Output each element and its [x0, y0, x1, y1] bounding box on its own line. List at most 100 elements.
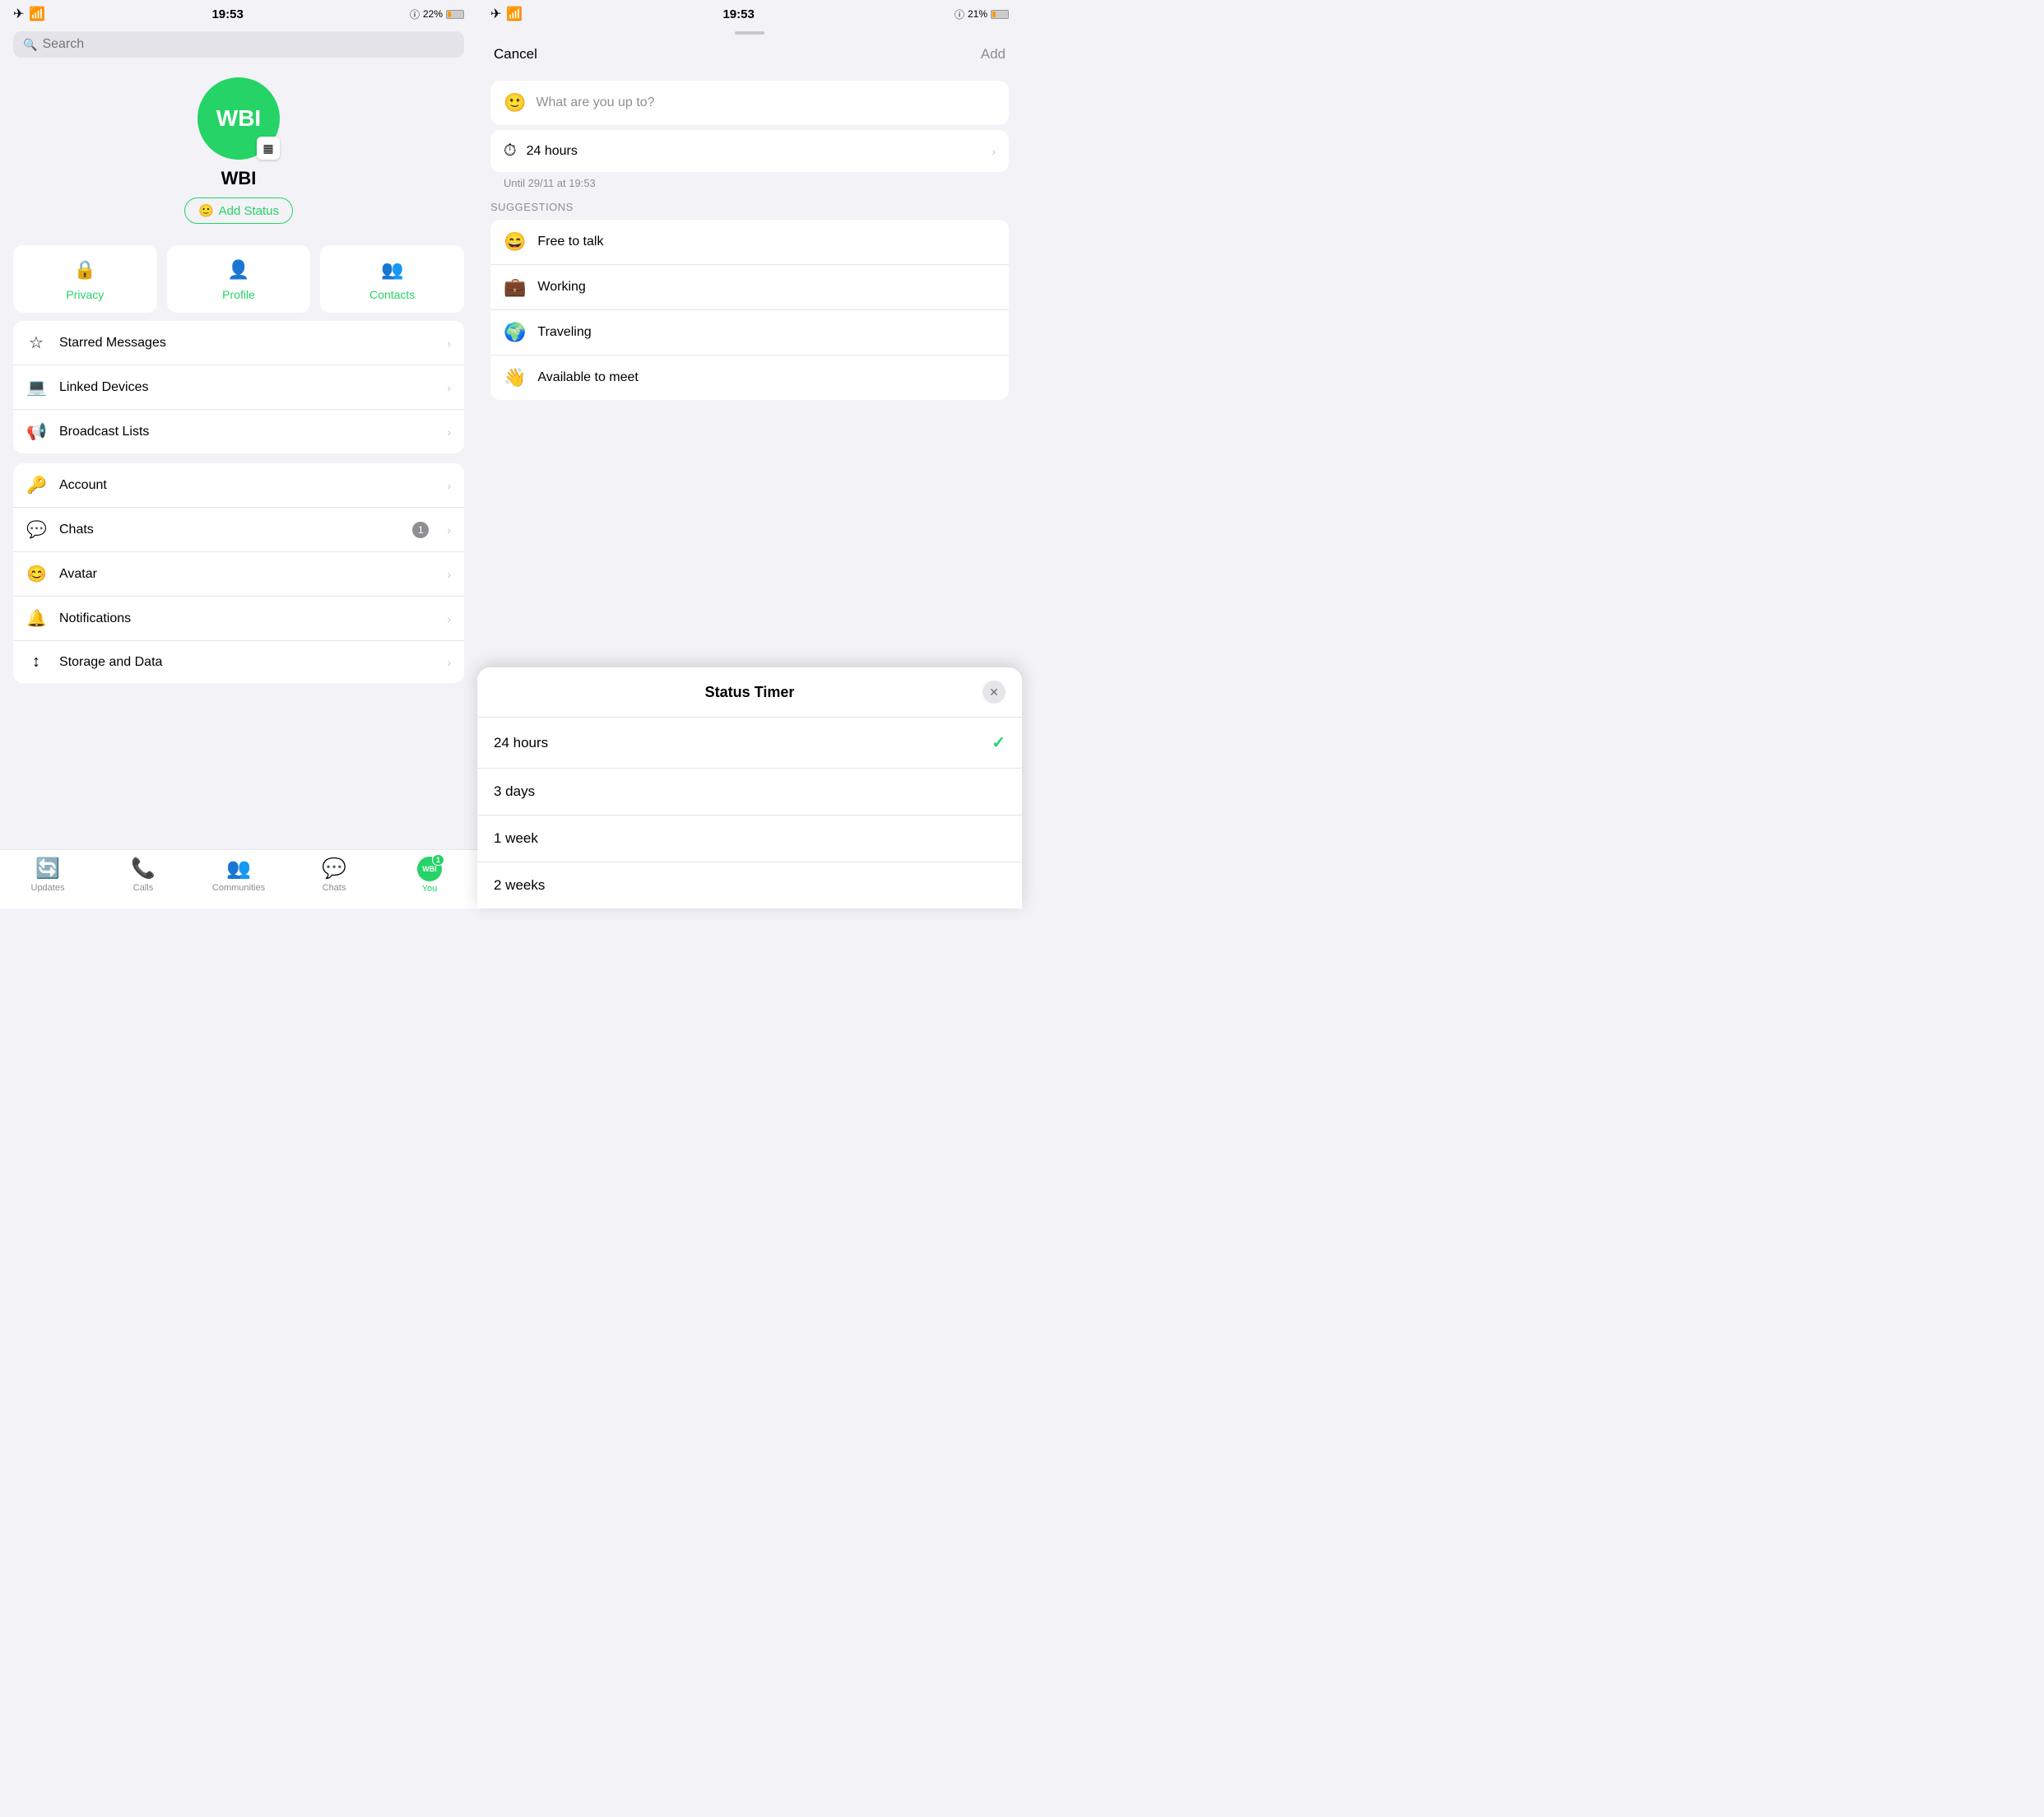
menu-item-account[interactable]: 🔑 Account ›	[13, 463, 464, 508]
timer-24h-label: 24 hours	[494, 735, 548, 751]
avatar-initials: WBI	[216, 105, 261, 132]
qr-icon: ▦	[262, 142, 273, 156]
quick-action-profile[interactable]: 👤 Profile	[167, 245, 311, 313]
timer-option-24h[interactable]: 24 hours ✓	[477, 718, 1022, 769]
timer-option-3d[interactable]: 3 days	[477, 769, 1022, 816]
right-status-icons-left: ⓘ 22%	[410, 7, 464, 21]
sheet-header: Cancel Add	[477, 35, 1022, 74]
storage-label: Storage and Data	[59, 655, 434, 670]
chevron-icon: ›	[447, 568, 451, 581]
available-text: Available to meet	[537, 370, 638, 385]
available-emoji: 👋	[504, 367, 526, 388]
airplane-icon: ✈	[13, 6, 24, 22]
add-status-button[interactable]: 🙂 Add Status	[184, 198, 293, 224]
timer-row[interactable]: ⏱ 24 hours ›	[490, 130, 1009, 172]
privacy-icon: 🔒	[72, 257, 98, 283]
chevron-icon: ›	[447, 425, 451, 439]
left-panel: ✈ 📶 19:53 ⓘ 22% 🔍 WBI ▦ WBI 🙂 Add	[0, 0, 477, 908]
timer-3d-label: 3 days	[494, 783, 535, 800]
calls-label: Calls	[133, 883, 153, 893]
menu-item-starred[interactable]: ☆ Starred Messages ›	[13, 321, 464, 365]
timer-modal-header: Status Timer ✕	[477, 667, 1022, 718]
timer-option-1w[interactable]: 1 week	[477, 816, 1022, 862]
suggestion-available[interactable]: 👋 Available to meet	[490, 356, 1009, 400]
chats-label: Chats	[59, 523, 399, 537]
menu-item-chats[interactable]: 💬 Chats 1 ›	[13, 508, 464, 552]
time-left: 19:53	[211, 7, 243, 21]
right-panel: ✈ 📶 19:53 ⓘ 21% Cancel Add 🙂 What are yo…	[477, 0, 1022, 908]
menu-item-broadcast[interactable]: 📢 Broadcast Lists ›	[13, 410, 464, 453]
traveling-emoji: 🌍	[504, 322, 526, 343]
communities-icon: 👥	[226, 857, 251, 881]
suggestion-traveling[interactable]: 🌍 Traveling	[490, 310, 1009, 356]
right-right-icons: ⓘ 21%	[955, 7, 1009, 21]
free-talk-text: Free to talk	[537, 235, 603, 249]
profile-name: WBI	[221, 168, 257, 189]
avatar-wrapper: WBI ▦	[197, 77, 280, 160]
menu-section-1: ☆ Starred Messages › 💻 Linked Devices › …	[13, 321, 464, 453]
privacy-label: Privacy	[66, 288, 104, 301]
until-text: Until 29/11 at 19:53	[504, 177, 996, 189]
battery-right: 21%	[968, 8, 987, 20]
quick-action-privacy[interactable]: 🔒 Privacy	[13, 245, 157, 313]
you-avatar: WBI 1	[417, 857, 442, 881]
suggestion-working[interactable]: 💼 Working	[490, 265, 1009, 310]
status-smiley-icon: 🙂	[504, 92, 526, 114]
key-icon: 🔑	[26, 475, 46, 495]
menu-item-linked[interactable]: 💻 Linked Devices ›	[13, 365, 464, 410]
status-bar-right: ✈ 📶 19:53 ⓘ 21%	[477, 0, 1022, 25]
profile-label: Profile	[222, 288, 255, 301]
menu-item-storage[interactable]: ↕ Storage and Data ›	[13, 641, 464, 683]
profile-section: WBI ▦ WBI 🙂 Add Status	[0, 64, 477, 234]
menu-item-avatar[interactable]: 😊 Avatar ›	[13, 552, 464, 597]
timer-modal-close-button[interactable]: ✕	[983, 681, 1006, 704]
battery-icon-left	[446, 10, 464, 19]
airplane-icon-right: ✈	[490, 6, 501, 22]
chats-badge: 1	[412, 522, 429, 538]
chats-tab-icon: 💬	[322, 857, 346, 881]
close-icon: ✕	[989, 685, 999, 699]
battery-icon-right	[991, 10, 1009, 19]
timer-chevron-icon: ›	[992, 145, 996, 158]
left-status-icons: ✈ 📶	[13, 6, 45, 22]
suggestion-free-to-talk[interactable]: 😄 Free to talk	[490, 220, 1009, 265]
chevron-icon: ›	[447, 479, 451, 492]
timer-modal: Status Timer ✕ 24 hours ✓ 3 days 1 week …	[477, 667, 1022, 908]
chevron-icon: ›	[447, 337, 451, 350]
working-text: Working	[537, 280, 585, 295]
tab-updates[interactable]: 🔄 Updates	[0, 857, 95, 893]
contacts-icon: 👥	[379, 257, 406, 283]
qr-badge[interactable]: ▦	[257, 137, 280, 160]
menu-item-notifications[interactable]: 🔔 Notifications ›	[13, 597, 464, 641]
you-label: You	[422, 884, 438, 894]
storage-icon: ↕	[26, 653, 46, 672]
search-bar[interactable]: 🔍	[13, 31, 464, 58]
timer-1w-label: 1 week	[494, 830, 538, 847]
search-input[interactable]	[42, 37, 454, 52]
suggestions-title: SUGGESTIONS	[490, 201, 1009, 213]
quick-action-contacts[interactable]: 👥 Contacts	[320, 245, 464, 313]
starred-label: Starred Messages	[59, 336, 434, 351]
add-button[interactable]: Add	[981, 46, 1006, 63]
tab-chats[interactable]: 💬 Chats	[286, 857, 382, 893]
tab-communities[interactable]: 👥 Communities	[191, 857, 286, 893]
account-label: Account	[59, 478, 434, 493]
timer-label: 24 hours	[527, 144, 983, 159]
updates-icon: 🔄	[35, 857, 60, 881]
tab-calls[interactable]: 📞 Calls	[95, 857, 191, 893]
chat-icon: 💬	[26, 519, 46, 540]
cancel-button[interactable]: Cancel	[494, 46, 537, 63]
search-icon: 🔍	[23, 38, 37, 52]
status-bar-left: ✈ 📶 19:53 ⓘ 22%	[0, 0, 477, 25]
timer-option-2w[interactable]: 2 weeks	[477, 862, 1022, 908]
wifi-icon-right: 📶	[506, 6, 523, 22]
phone-icon: 📞	[131, 857, 156, 881]
location-icon-right: ⓘ	[955, 7, 964, 21]
chevron-icon: ›	[447, 523, 451, 537]
smiley-icon: 🙂	[198, 203, 214, 218]
chats-tab-label: Chats	[323, 883, 346, 893]
tab-you[interactable]: WBI 1 You	[382, 857, 477, 894]
status-input-row[interactable]: 🙂 What are you up to?	[490, 81, 1009, 125]
quick-actions: 🔒 Privacy 👤 Profile 👥 Contacts	[13, 245, 464, 313]
timer-modal-title: Status Timer	[517, 684, 983, 701]
